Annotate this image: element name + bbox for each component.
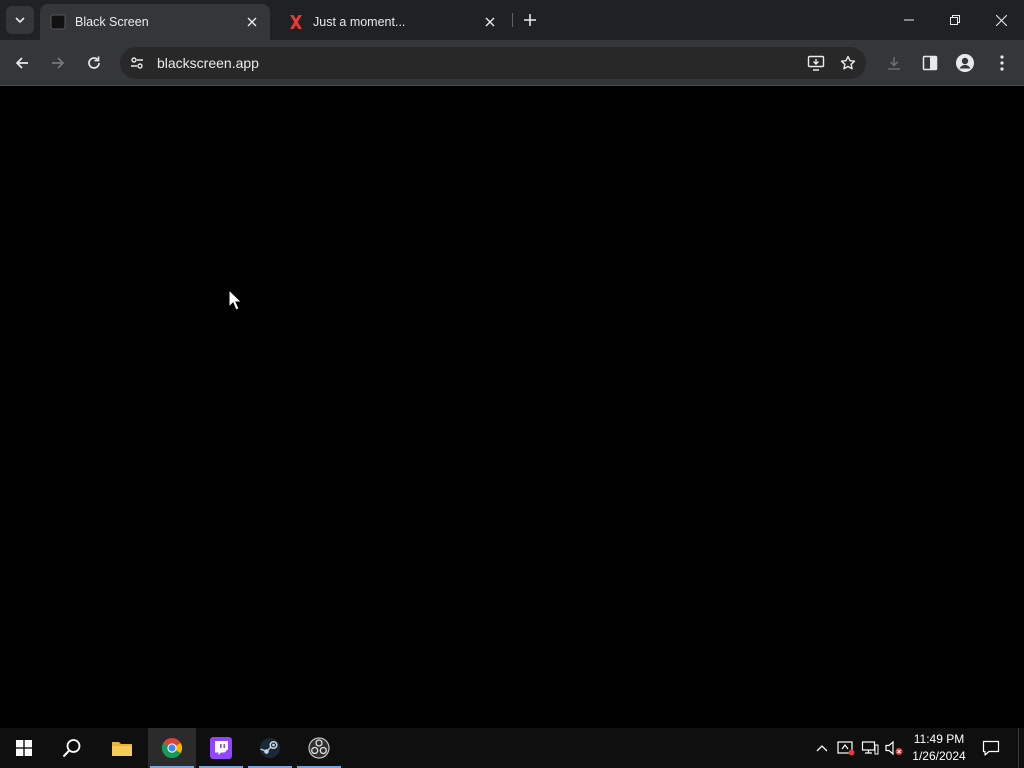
restore-icon — [950, 15, 960, 25]
download-icon — [888, 57, 900, 70]
side-panel-icon — [922, 55, 938, 71]
search-icon — [62, 739, 81, 758]
start-button[interactable] — [0, 728, 48, 768]
downloads-button[interactable] — [880, 49, 908, 77]
page-content-black[interactable] — [0, 87, 1024, 728]
site-info-icon[interactable] — [123, 49, 151, 77]
reload-icon — [88, 56, 100, 69]
show-desktop-button[interactable] — [1018, 728, 1019, 768]
side-panel-button[interactable] — [916, 49, 944, 77]
new-tab-button[interactable] — [518, 8, 542, 32]
chevron-up-icon — [816, 745, 828, 752]
network-button[interactable] — [860, 738, 880, 758]
notification-icon — [982, 740, 1000, 756]
reload-button[interactable] — [80, 49, 108, 77]
tab-just-a-moment[interactable]: Just a moment... — [278, 4, 508, 40]
chrome-icon — [161, 738, 183, 759]
windows-taskbar: 11:49 PM 1/26/2024 — [0, 728, 1024, 768]
taskbar-steam[interactable] — [246, 728, 294, 768]
tab-title: Black Screen — [75, 15, 149, 29]
plus-icon — [524, 14, 536, 26]
url-text[interactable]: blackscreen.app — [157, 55, 802, 71]
show-hidden-icons-button[interactable] — [812, 738, 832, 758]
volume-muted-icon — [885, 740, 903, 756]
tray-app-icon[interactable] — [836, 738, 856, 758]
close-tab-icon[interactable] — [244, 14, 260, 30]
arrow-left-icon — [15, 57, 28, 69]
windows-start-icon — [16, 740, 32, 756]
file-explorer-icon — [112, 742, 132, 756]
system-clock[interactable]: 11:49 PM 1/26/2024 — [906, 731, 972, 765]
taskbar-search-button[interactable] — [48, 728, 96, 768]
back-button[interactable] — [8, 49, 36, 77]
taskbar-twitch[interactable] — [197, 728, 245, 768]
close-icon — [995, 14, 1007, 26]
profile-icon — [956, 54, 974, 72]
action-center-button[interactable] — [978, 736, 1004, 760]
arrow-right-icon — [52, 57, 65, 69]
browser-toolbar: blackscreen.app — [0, 40, 1024, 86]
profile-button[interactable] — [951, 49, 979, 77]
menu-button[interactable] — [988, 49, 1016, 77]
kebab-menu-icon — [1000, 55, 1004, 71]
steam-icon — [260, 738, 280, 758]
bookmark-star-icon[interactable] — [834, 49, 862, 77]
network-icon — [861, 741, 879, 755]
taskbar-file-explorer[interactable] — [98, 728, 146, 768]
obs-icon — [308, 737, 330, 759]
install-app-icon[interactable] — [802, 49, 830, 77]
tab-title: Just a moment... — [313, 15, 406, 29]
x-logo-icon — [288, 14, 304, 30]
address-bar[interactable]: blackscreen.app — [120, 47, 866, 79]
close-tab-icon[interactable] — [482, 14, 498, 30]
minimize-icon — [904, 19, 914, 21]
tab-black-screen[interactable]: Black Screen — [40, 4, 270, 40]
black-square-icon — [50, 14, 66, 30]
restore-button[interactable] — [932, 0, 978, 40]
taskbar-chrome[interactable] — [148, 728, 196, 768]
volume-button[interactable] — [884, 738, 904, 758]
minimize-button[interactable] — [886, 0, 932, 40]
tab-strip: Black Screen Just a moment... — [0, 0, 1024, 40]
forward-button[interactable] — [44, 49, 72, 77]
twitch-icon — [210, 737, 232, 759]
sync-alert-icon — [837, 741, 855, 756]
tab-search-button[interactable] — [6, 6, 34, 34]
mouse-cursor-icon — [228, 288, 243, 316]
close-window-button[interactable] — [978, 0, 1024, 40]
clock-date: 1/26/2024 — [912, 749, 966, 763]
clock-time: 11:49 PM — [913, 732, 965, 746]
tab-separator — [512, 13, 513, 27]
taskbar-obs[interactable] — [295, 728, 343, 768]
chevron-down-icon — [15, 17, 25, 24]
